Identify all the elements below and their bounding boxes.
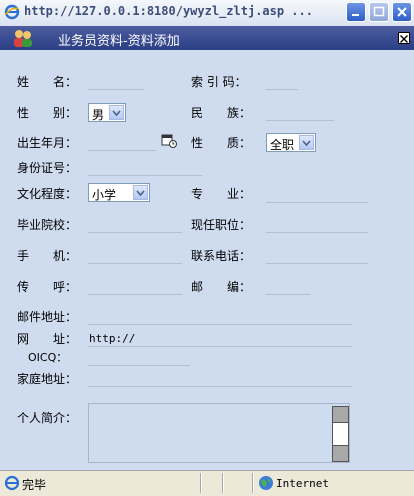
name-label: 姓 名： [17,75,78,89]
position-label: 现任职位： [191,218,252,232]
url-value: http:// [89,332,136,345]
index-code-field[interactable] [266,89,298,90]
status-separator [252,473,254,493]
status-separator [222,473,224,493]
postcode-label: 邮 编： [191,280,252,294]
intro-label: 个人简介： [17,411,78,425]
gender-select[interactable]: 男 [88,103,126,122]
scroll-down-button[interactable] [332,445,349,462]
school-label: 毕业院校： [17,218,78,232]
phone-label: 联系电话： [191,249,252,263]
ethnicity-field[interactable] [266,120,334,121]
close-icon [397,7,407,17]
scroll-up-button[interactable] [332,406,349,423]
staff-form: 姓 名： 索 引 码： 性 别： 男 民 族： 出生年月： 性 质： 全职 身份… [0,50,414,468]
intro-textarea[interactable] [88,403,350,463]
maximize-icon [373,6,385,17]
dialog-header: 业务员资料-资料添加 [0,26,414,50]
address-field[interactable] [88,324,352,325]
close-button[interactable] [392,2,412,22]
position-field[interactable] [266,232,368,233]
ethnicity-label: 民 族： [191,106,252,120]
url-label: 网 址： [17,332,78,346]
nature-select[interactable]: 全职 [266,133,316,152]
index-code-label: 索 引 码： [191,75,247,89]
birth-field[interactable] [88,150,156,151]
dialog-title: 业务员资料-资料添加 [58,34,180,49]
zone-text: Internet [276,477,329,490]
status-separator [200,473,202,493]
browser-window: http://127.0.0.1:8180/ywyzl_zltj.asp ...… [0,0,414,496]
postcode-field[interactable] [266,294,310,295]
oicq-label: OICQ： [28,351,68,364]
name-field[interactable] [88,89,144,90]
education-select[interactable]: 小学 [88,183,150,202]
birth-label: 出生年月： [17,136,78,150]
mobile-field[interactable] [88,263,182,264]
education-value: 小学 [92,188,117,202]
minimize-icon [352,14,359,16]
nature-value: 全职 [270,138,295,152]
gender-value: 男 [92,108,105,122]
page-done-icon [4,475,20,491]
oicq-field[interactable] [88,365,190,366]
dropdown-arrow[interactable] [133,185,148,200]
calendar-icon[interactable] [161,133,177,149]
id-field[interactable] [88,175,202,176]
nature-label: 性 质： [191,136,252,150]
status-text: 完毕 [22,478,47,492]
school-field[interactable] [88,232,182,233]
users-icon [14,30,32,47]
gender-label: 性 别： [17,106,78,120]
dropdown-arrow[interactable] [109,105,124,120]
major-label: 专 业： [191,187,252,201]
maximize-button[interactable] [369,2,389,22]
url-field[interactable] [88,346,352,347]
id-label: 身份证号： [17,161,78,175]
pager-field[interactable] [88,294,182,295]
status-bar: 完毕 Internet [0,470,414,496]
mobile-label: 手 机： [17,249,78,263]
globe-icon [259,476,273,490]
title-bar: http://127.0.0.1:8180/ywyzl_zltj.asp ... [0,0,414,27]
home-field[interactable] [88,386,352,387]
home-label: 家庭地址： [17,372,78,386]
address-label: 邮件地址： [17,310,78,324]
pager-label: 传 呼： [17,280,78,294]
internet-explorer-icon [4,4,20,20]
major-field[interactable] [266,202,368,203]
chevron-down-icon [302,140,311,146]
dropdown-arrow[interactable] [299,135,314,150]
education-label: 文化程度： [17,187,78,201]
window-title: http://127.0.0.1:8180/ywyzl_zltj.asp ... [24,4,313,18]
close-icon [400,35,408,43]
scrollbar-track[interactable] [332,423,349,445]
minimize-button[interactable] [346,2,366,22]
chevron-down-icon [112,110,121,116]
chevron-down-icon [136,190,145,196]
dialog-close-button[interactable] [398,32,410,44]
phone-field[interactable] [266,263,368,264]
